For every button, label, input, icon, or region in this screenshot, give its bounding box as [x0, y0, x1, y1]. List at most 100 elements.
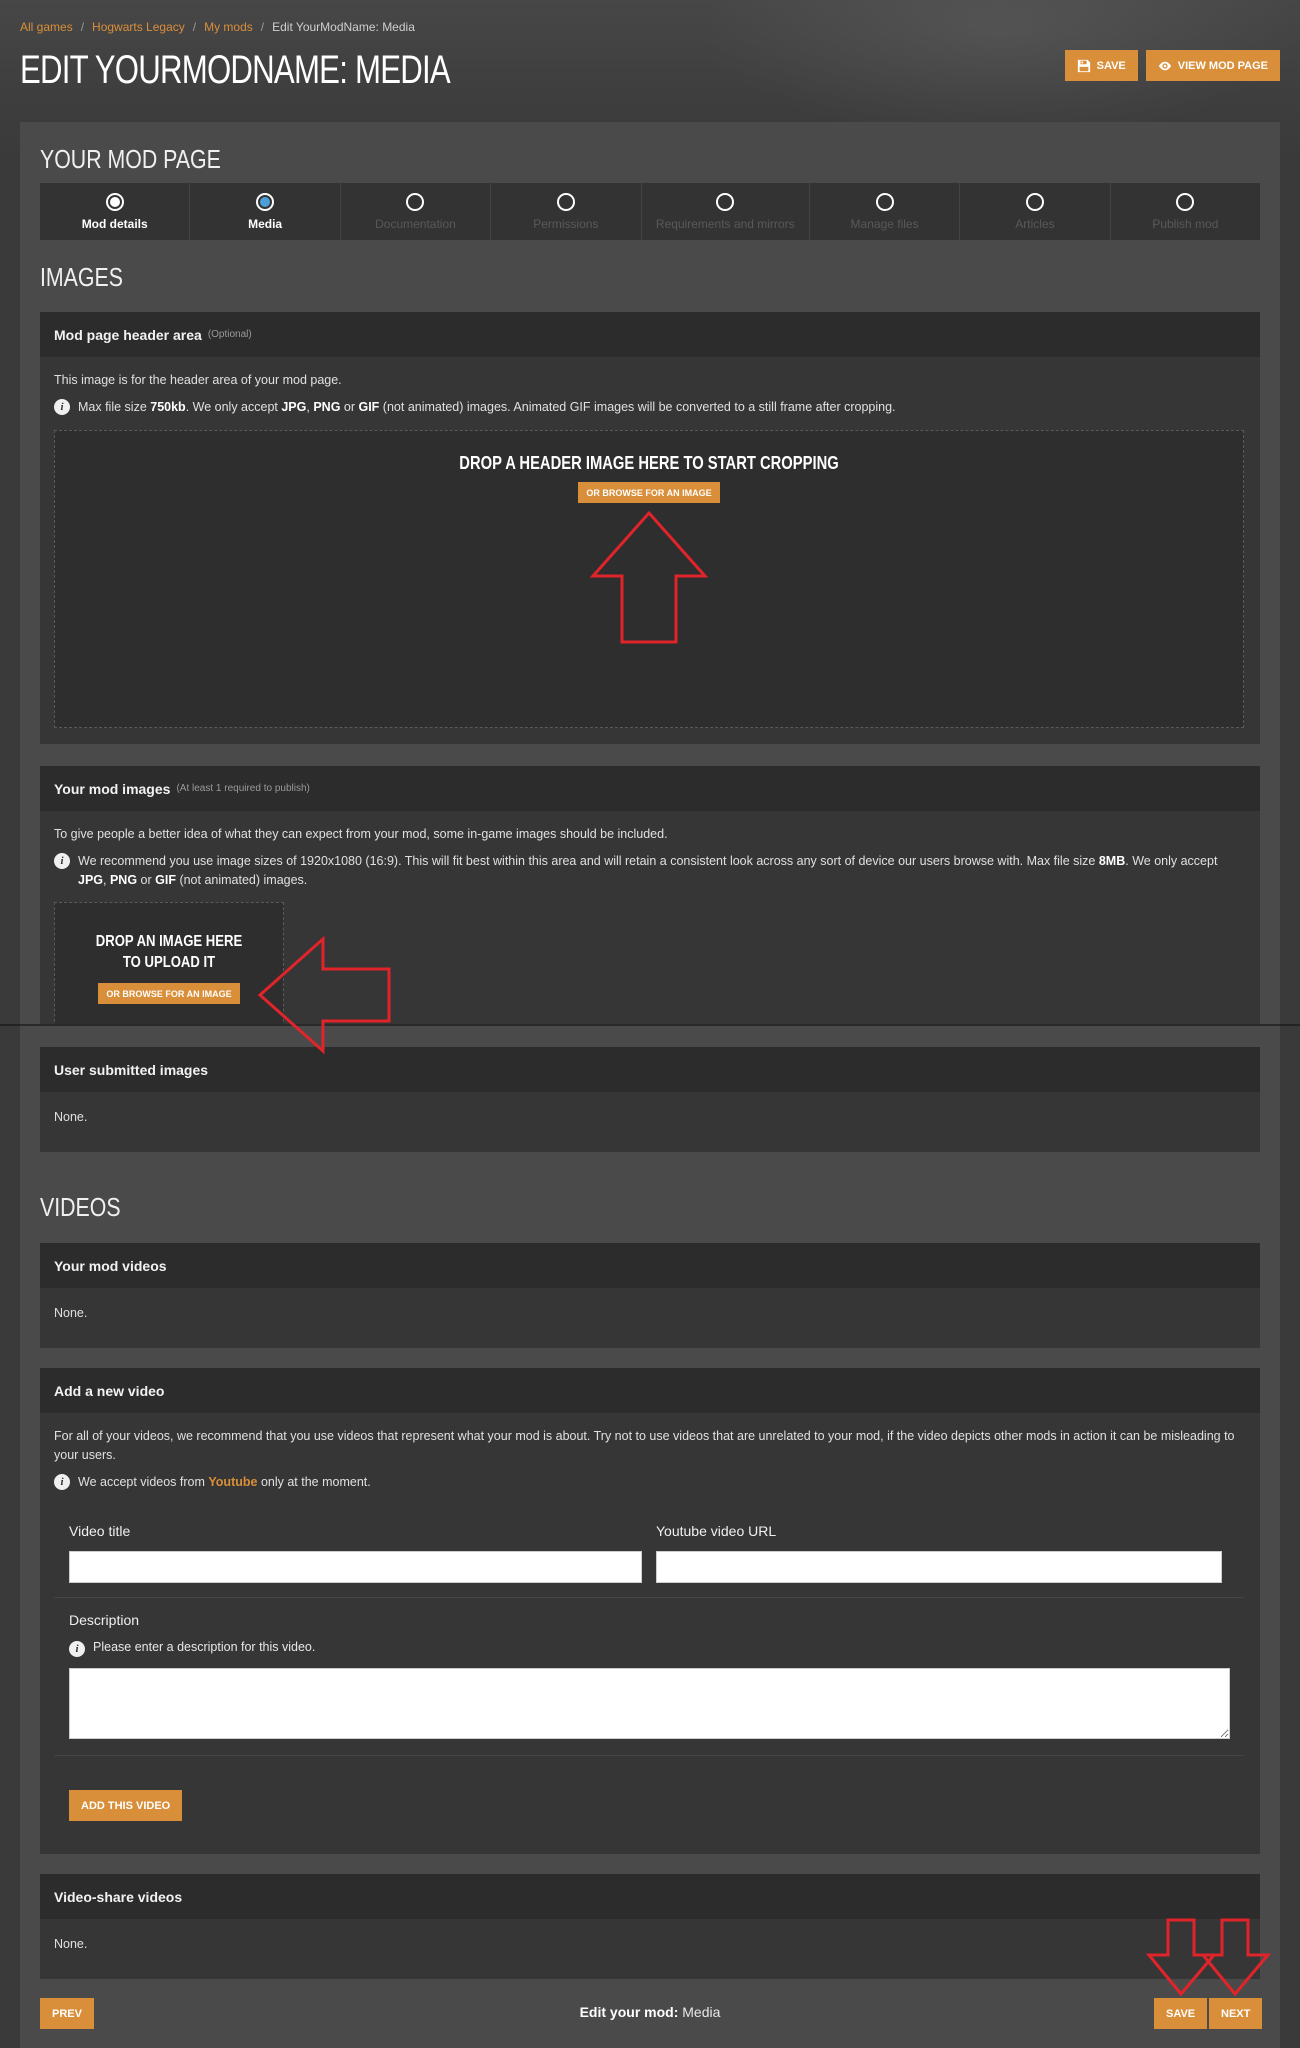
card-body: None.: [40, 1092, 1260, 1141]
card-header: Your mod images (At least 1 required to …: [40, 766, 1260, 811]
header-save-button[interactable]: SAVE: [1064, 50, 1138, 81]
footer-save-button[interactable]: SAVE: [1154, 1998, 1208, 2029]
annotation-arrow-left-icon: [257, 936, 391, 1054]
card-header: Your mod videos: [40, 1243, 1260, 1288]
page: All games / Hogwarts Legacy / My mods / Edit Y…: [0, 0, 1300, 2048]
mod-videos-value: None.: [54, 1306, 88, 1320]
video-share-value: None.: [54, 1937, 88, 1951]
floppy-disk-icon: [1077, 59, 1090, 72]
step-radio-icon: [406, 192, 425, 211]
step-label: Publish mod: [1152, 216, 1219, 231]
step-label: Manage files: [850, 216, 919, 231]
step-radio-icon: [716, 192, 735, 211]
mod-videos-card: Your mod videos None.: [40, 1243, 1260, 1348]
header-area-description: This image is for the header area of you…: [54, 373, 342, 387]
optional-tag: (Optional): [207, 329, 252, 340]
header-save-label: SAVE: [1096, 59, 1126, 72]
card-title: User submitted images: [54, 1061, 209, 1078]
description-hint: i Please enter a description for this vi…: [69, 1640, 315, 1657]
info-icon: i: [54, 1474, 70, 1490]
step-publish-mod: Publish mod: [1111, 183, 1260, 240]
user-submitted-images-card: User submitted images None.: [40, 1047, 1260, 1152]
mod-images-info: i We recommend you use image sizes of 19…: [54, 852, 1246, 890]
dropzone-title: DROP AN IMAGE HERE TO UPLOAD IT: [95, 933, 243, 971]
annotation-arrow-up-icon: [589, 510, 709, 644]
mod-image-dropzone[interactable]: DROP AN IMAGE HERE TO UPLOAD IT OR BROWS…: [54, 902, 284, 1024]
step-requirements: Requirements and mirrors: [642, 183, 810, 240]
breadcrumb-game[interactable]: Hogwarts Legacy: [92, 20, 185, 34]
card-header: User submitted images: [40, 1047, 1260, 1092]
mod-images-description: To give people a better idea of what the…: [54, 827, 668, 841]
card-title: Add a new video: [54, 1382, 165, 1399]
card-body: For all of your videos, we recommend tha…: [40, 1413, 1260, 1506]
form-divider: [54, 1597, 1244, 1598]
card-title: Your mod images: [54, 780, 171, 797]
user-submitted-value: None.: [54, 1110, 88, 1124]
info-icon: i: [54, 853, 70, 869]
footer-status-value: Media: [678, 2004, 721, 2020]
video-description-textarea[interactable]: [69, 1668, 1230, 1739]
card-body: To give people a better idea of what the…: [40, 811, 1260, 904]
step-radio-icon: [1025, 192, 1044, 211]
view-mod-page-button[interactable]: VIEW MOD PAGE: [1145, 50, 1280, 81]
step-tracker: Mod details Media Documentation Permissi…: [40, 183, 1260, 240]
step-radio-icon: [1176, 192, 1195, 211]
next-button[interactable]: NEXT: [1209, 1998, 1263, 2029]
card-title: Video-share videos: [54, 1888, 183, 1905]
mod-images-card: Your mod images (At least 1 required to …: [40, 766, 1260, 1024]
step-manage-files: Manage files: [810, 183, 961, 240]
step-permissions: Permissions: [491, 183, 642, 240]
youtube-url-label: Youtube video URL: [656, 1523, 777, 1539]
card-header: Video-share videos: [40, 1874, 1260, 1919]
breadcrumb-all-games[interactable]: All games: [20, 20, 73, 34]
step-label: Mod details: [81, 216, 148, 231]
header-area-info: i Max file size 750kb. We only accept JP…: [54, 398, 1246, 417]
view-mod-page-label: VIEW MOD PAGE: [1177, 59, 1268, 72]
header-actions: SAVE VIEW MOD PAGE: [1064, 50, 1280, 81]
breadcrumb-my-mods[interactable]: My mods: [204, 20, 253, 34]
step-mod-details[interactable]: Mod details: [40, 183, 191, 240]
card-title: Mod page header area: [54, 326, 202, 343]
browse-header-image-button[interactable]: OR BROWSE FOR AN IMAGE: [578, 482, 720, 503]
dropzone-title: DROP A HEADER IMAGE HERE TO START CROPPI…: [459, 453, 839, 473]
info-icon: i: [69, 1641, 85, 1657]
description-hint-text: Please enter a description for this vide…: [93, 1640, 316, 1654]
section-title-images: IMAGES: [40, 262, 123, 292]
step-label: Permissions: [533, 216, 599, 231]
page-seam: [0, 1024, 1300, 1026]
youtube-url-input[interactable]: [656, 1551, 1222, 1583]
browse-mod-image-button[interactable]: OR BROWSE FOR AN IMAGE: [98, 983, 240, 1004]
step-label: Articles: [1015, 216, 1055, 231]
step-documentation: Documentation: [341, 183, 492, 240]
breadcrumb-separator: /: [260, 20, 265, 34]
video-title-label: Video title: [69, 1523, 131, 1539]
step-label: Documentation: [375, 216, 456, 231]
section-title-videos: VIDEOS: [40, 1192, 121, 1222]
card-body: None.: [40, 1288, 1260, 1337]
youtube-link[interactable]: Youtube: [208, 1475, 257, 1489]
card-body: None.: [40, 1919, 1260, 1968]
add-video-button[interactable]: ADD THIS VIDEO: [69, 1790, 183, 1821]
step-articles: Articles: [960, 183, 1111, 240]
footer-status-label: Edit your mod:: [579, 2004, 679, 2020]
form-divider: [54, 1755, 1244, 1756]
add-video-description: For all of your videos, we recommend tha…: [54, 1429, 1235, 1462]
annotation-arrow-down-next-icon: [1200, 1918, 1272, 1997]
card-body: This image is for the header area of you…: [40, 357, 1260, 431]
video-title-input[interactable]: [69, 1551, 642, 1583]
step-radio-icon: [556, 192, 575, 211]
step-label: Media: [248, 216, 283, 231]
step-radio-icon: [256, 192, 275, 211]
info-text: We accept videos from Youtube only at th…: [78, 1475, 371, 1489]
breadcrumb-separator: /: [192, 20, 197, 34]
step-media[interactable]: Media: [190, 183, 341, 240]
eye-icon: [1158, 61, 1171, 70]
breadcrumb-separator: /: [80, 20, 85, 34]
breadcrumb-current: Edit YourModName: Media: [272, 20, 415, 34]
card-header: Mod page header area (Optional): [40, 312, 1260, 357]
add-video-info: i We accept videos from Youtube only at …: [54, 1473, 1246, 1492]
card-title: Your mod videos: [54, 1257, 167, 1274]
breadcrumb: All games / Hogwarts Legacy / My mods / Edit Y…: [20, 20, 415, 34]
video-share-videos-card: Video-share videos None.: [40, 1874, 1260, 1979]
step-label: Requirements and mirrors: [655, 216, 795, 231]
